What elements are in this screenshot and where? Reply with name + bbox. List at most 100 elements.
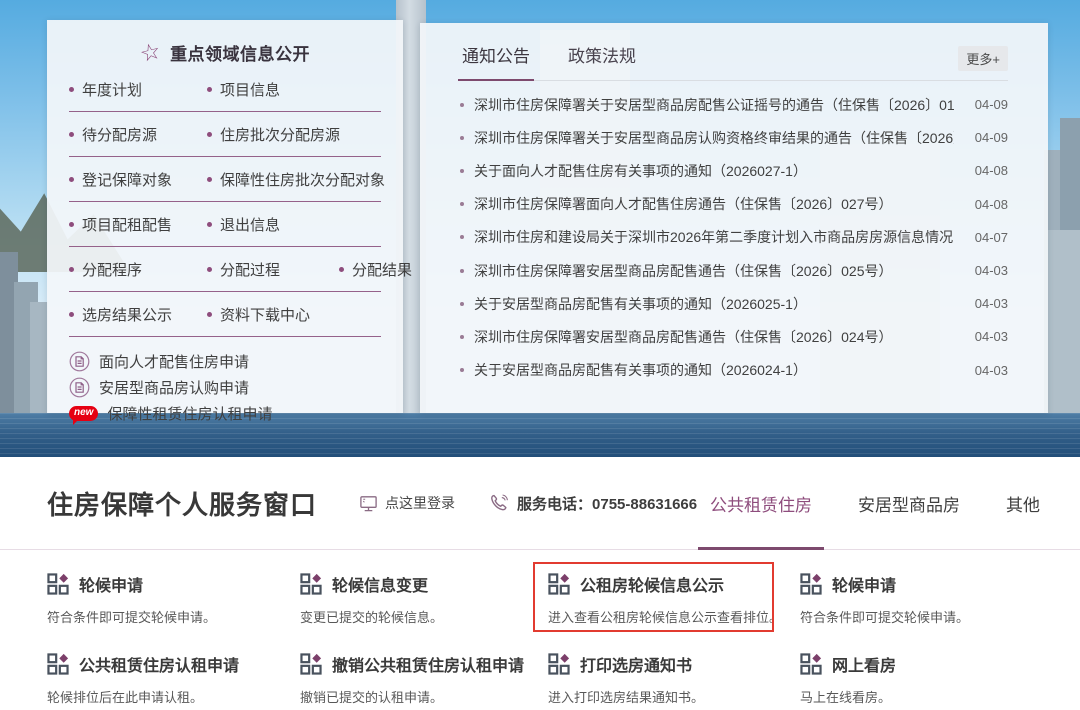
grid-squares-icon [800, 573, 822, 595]
bullet-icon [69, 221, 74, 227]
service-item-head: 轮候信息变更 [300, 572, 548, 596]
service-item-head: 轮候申请 [800, 572, 1080, 596]
notice-date: 04-03 [974, 296, 1008, 312]
key-info-row: 登记保障对象 保障性住房批次分配对象 [69, 157, 385, 202]
service-item-title[interactable]: 轮候信息变更 [332, 572, 428, 596]
notice-date: 04-09 [974, 130, 1008, 146]
service-item: 轮候申请 符合条件即可提交轮候申请。 [800, 566, 1080, 646]
service-item-title[interactable]: 公共租赁住房认租申请 [79, 652, 239, 676]
key-info-link[interactable]: 分配过程 [207, 259, 319, 280]
notice-tab[interactable]: 通知公告 [458, 42, 534, 81]
bullet-icon [460, 135, 464, 140]
notice-panel: 通知公告 政策法规 更多+ 深圳市住房保障署关于安居型商品房配售公证摇号的通告（住… [420, 23, 1048, 413]
notice-link[interactable]: 关于面向人才配售住房有关事项的通知（2026027-1） [474, 161, 954, 181]
service-item-title[interactable]: 轮候申请 [79, 572, 143, 596]
notice-date: 04-03 [974, 329, 1008, 345]
key-info-link[interactable]: 资料下载中心 [207, 304, 319, 325]
bullet-icon [207, 176, 212, 182]
notice-date: 04-03 [974, 263, 1008, 279]
key-info-title-text: 重点领域信息公开 [170, 44, 311, 64]
quick-link[interactable]: new 保障性租赁住房认租申请 [69, 400, 381, 426]
grid-squares-icon [47, 653, 69, 675]
notice-link[interactable]: 深圳市住房和建设局关于深圳市2026年第二季度计划入市商品房房源信息情况的公示 [474, 227, 954, 247]
login-link[interactable]: 点这里登录 [359, 493, 455, 513]
key-info-link-label: 待分配房源 [82, 126, 158, 144]
key-info-link-label: 保障性住房批次分配对象 [220, 171, 386, 189]
service-tab[interactable]: 公共租赁住房 [698, 457, 824, 550]
service-item-head: 轮候申请 [47, 572, 300, 596]
service-item-title[interactable]: 网上看房 [832, 652, 896, 676]
service-item-desc: 符合条件即可提交轮候申请。 [47, 610, 217, 625]
service-item: 网上看房马上在线看房。 [800, 646, 1080, 710]
notice-link[interactable]: 深圳市住房保障署关于安居型商品房配售公证摇号的通告（住保售〔2026〕014号批… [474, 95, 954, 115]
bullet-icon [460, 334, 464, 339]
bullet-icon [69, 266, 74, 272]
notice-date: 04-07 [974, 229, 1008, 245]
key-info-link[interactable]: 年度计划 [69, 79, 187, 100]
service-phone: 服务电话：0755-88631666 [489, 493, 697, 514]
key-info-link[interactable]: 分配程序 [69, 259, 187, 280]
service-item-title[interactable]: 公租房轮候信息公示 [580, 572, 724, 596]
notice-tab[interactable]: 政策法规 [566, 42, 638, 80]
key-info-link[interactable]: 保障性住房批次分配对象 [207, 169, 385, 190]
service-item-title[interactable]: 轮候申请 [832, 572, 896, 596]
service-tab[interactable]: 其他 [1006, 457, 1040, 549]
key-info-row: 分配程序 分配过程 分配结果 [69, 247, 412, 292]
new-badge: new [69, 405, 99, 425]
key-info-link[interactable]: 住房批次分配房源 [207, 124, 340, 145]
key-info-link[interactable]: 待分配房源 [69, 124, 187, 145]
service-item: 公租房轮候信息公示进入查看公租房轮候信息公示查看排位。 [533, 562, 800, 646]
key-info-link-label: 项目信息 [220, 81, 281, 99]
grid-squares-icon [300, 573, 322, 595]
notice-link[interactable]: 深圳市住房保障署关于安居型商品房认购资格终审结果的通告（住保售〔2026〕014… [474, 128, 954, 148]
quick-link-label: 保障性租赁住房认租申请 [107, 405, 273, 423]
key-info-link-label: 年度计划 [82, 81, 143, 99]
notice-link[interactable]: 关于安居型商品房配售有关事项的通知（2026025-1） [474, 294, 954, 314]
key-info-row: 选房结果公示 资料下载中心 [69, 292, 381, 337]
service-item: 撤销公共租赁住房认租申请 撤销已提交的认租申请。 [300, 646, 548, 710]
key-info-title: ☆ 重点领域信息公开 [69, 36, 381, 67]
login-label: 点这里登录 [385, 495, 456, 511]
key-info-row: 年度计划 项目信息 [69, 67, 381, 112]
more-button[interactable]: 更多+ [958, 46, 1008, 71]
bullet-icon [460, 168, 464, 173]
service-item-head: 打印选房通知书 [548, 652, 800, 676]
key-info-link[interactable]: 项目信息 [207, 79, 319, 100]
grid-squares-icon [47, 573, 69, 595]
notice-item: 深圳市住房保障署面向人才配售住房通告（住保售〔2026〕027号） 04-08 [460, 188, 1008, 221]
notice-link[interactable]: 关于安居型商品房配售有关事项的通知（2026024-1） [474, 360, 954, 380]
key-info-link[interactable]: 登记保障对象 [69, 169, 187, 190]
service-item-desc: 进入查看公租房轮候信息公示查看排位。 [548, 610, 783, 625]
key-info-link-label: 登记保障对象 [82, 171, 173, 189]
notice-tabbar: 通知公告 政策法规 更多+ [458, 23, 1008, 81]
key-info-link-label: 资料下载中心 [220, 306, 311, 324]
service-item-title[interactable]: 打印选房通知书 [580, 652, 692, 676]
bullet-icon [339, 266, 344, 272]
notice-item: 深圳市住房保障署关于安居型商品房认购资格终审结果的通告（住保售〔2026〕014… [460, 121, 1008, 154]
city-skyline-background: ☆ 重点领域信息公开 年度计划 项目信息 待分配房源 住房批次分配房源 登记保障对象 保障… [0, 0, 1080, 457]
phone-icon [489, 493, 509, 513]
quick-link[interactable]: 面向人才配售住房申请 [69, 348, 381, 374]
phone-label: 服务电话：0755-88631666 [517, 495, 698, 513]
notice-link[interactable]: 深圳市住房保障署安居型商品房配售通告（住保售〔2026〕025号） [474, 261, 954, 281]
notice-link[interactable]: 深圳市住房保障署安居型商品房配售通告（住保售〔2026〕024号） [474, 327, 954, 347]
service-item: 轮候申请符合条件即可提交轮候申请。 [47, 566, 300, 646]
key-info-link[interactable]: 退出信息 [207, 214, 319, 235]
application-circle-icon [69, 377, 90, 398]
notice-item: 关于安居型商品房配售有关事项的通知（2026025-1） 04-03 [460, 287, 1008, 320]
bullet-icon [207, 266, 212, 272]
service-tab[interactable]: 安居型商品房 [858, 457, 960, 549]
quick-link[interactable]: 安居型商品房认购申请 [69, 374, 381, 400]
notice-date: 04-08 [974, 163, 1008, 179]
notice-link[interactable]: 深圳市住房保障署面向人才配售住房通告（住保售〔2026〕027号） [474, 194, 954, 214]
notice-date: 04-09 [974, 97, 1008, 113]
service-item-title[interactable]: 撤销公共租赁住房认租申请 [332, 652, 524, 676]
key-info-link-label: 项目配租配售 [82, 216, 173, 234]
bullet-icon [460, 102, 464, 107]
service-item-desc: 马上在线看房。 [800, 690, 892, 705]
key-info-link[interactable]: 选房结果公示 [69, 304, 187, 325]
key-info-link-label: 分配结果 [352, 261, 413, 279]
key-info-link[interactable]: 项目配租配售 [69, 214, 187, 235]
key-info-link[interactable]: 分配结果 [339, 259, 412, 280]
monitor-icon [359, 494, 378, 513]
